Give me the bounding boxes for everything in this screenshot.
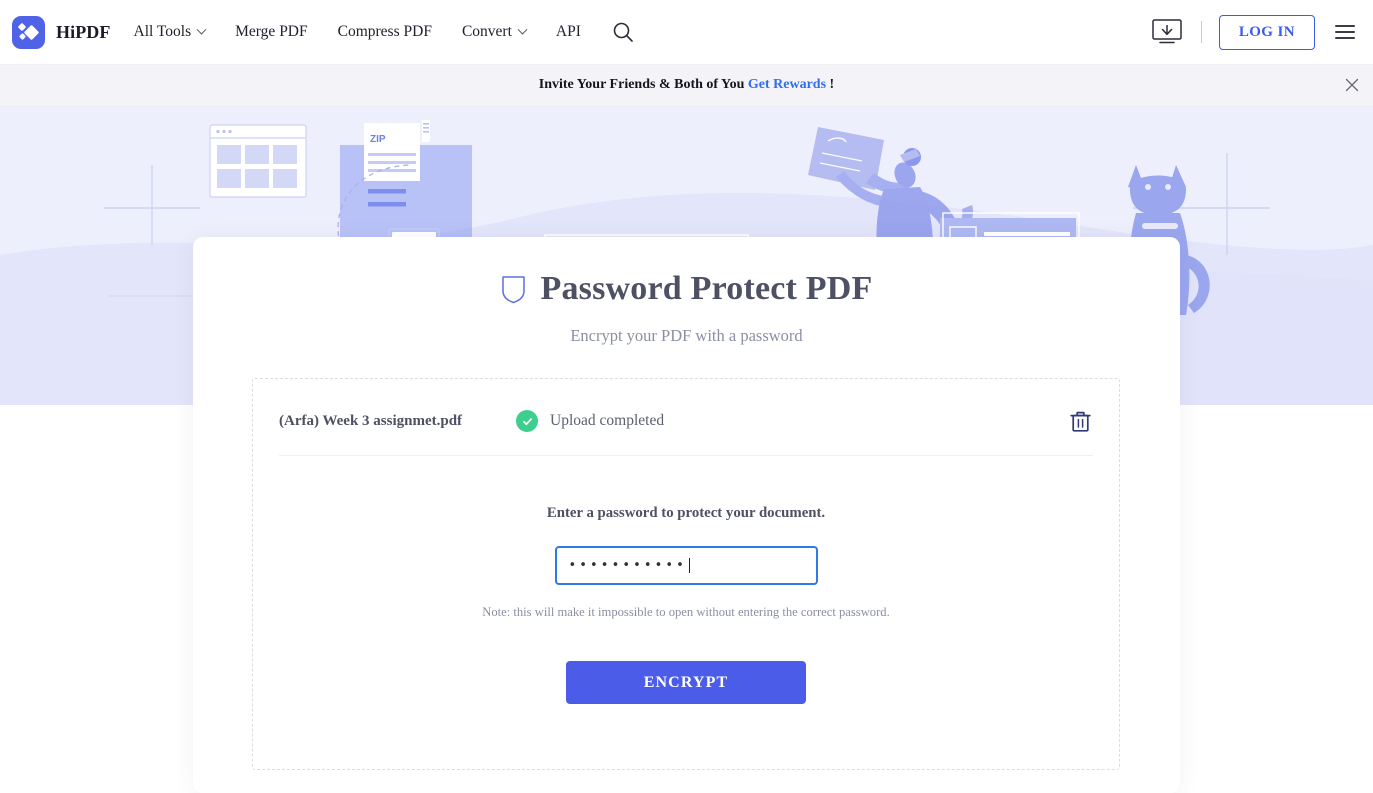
nav-item-merge-pdf[interactable]: Merge PDF bbox=[235, 23, 307, 41]
hamburger-menu-icon[interactable] bbox=[1335, 20, 1355, 43]
file-row-divider bbox=[279, 455, 1093, 456]
file-name: (Arfa) Week 3 assignmet.pdf bbox=[279, 412, 463, 429]
nav-item-all-tools[interactable]: All Tools bbox=[133, 23, 207, 41]
nav-label: Compress PDF bbox=[337, 23, 432, 40]
uploaded-file-row: (Arfa) Week 3 assignmet.pdf Upload compl… bbox=[279, 401, 1093, 441]
nav-item-api[interactable]: API bbox=[556, 23, 581, 41]
header-actions: LOG IN bbox=[1150, 14, 1355, 50]
hipdf-logo-icon bbox=[12, 15, 45, 49]
logo-link[interactable]: HiPDF bbox=[12, 15, 111, 49]
page-subtitle: Encrypt your PDF with a password bbox=[570, 326, 803, 345]
brand-name: HiPDF bbox=[56, 21, 111, 42]
chevron-down-icon bbox=[517, 24, 528, 35]
nav-label: API bbox=[555, 23, 581, 40]
promo-banner: Invite Your Friends & Both of You Get Re… bbox=[0, 65, 1373, 105]
promo-text-after: ! bbox=[829, 77, 835, 92]
desktop-download-icon[interactable] bbox=[1150, 18, 1184, 46]
text-cursor bbox=[688, 558, 691, 573]
password-value: ••••••••••• bbox=[568, 558, 687, 573]
upload-dropzone[interactable]: (Arfa) Week 3 assignmet.pdf Upload compl… bbox=[252, 378, 1120, 770]
check-circle-icon bbox=[516, 410, 539, 432]
nav-label: Convert bbox=[461, 23, 512, 40]
nav-label: All Tools bbox=[133, 23, 192, 40]
promo-banner-text: Invite Your Friends & Both of You Get Re… bbox=[539, 77, 834, 93]
card-header: Password Protect PDF bbox=[193, 270, 1180, 308]
get-rewards-link[interactable]: Get Rewards bbox=[748, 77, 826, 92]
upload-status-label: Upload completed bbox=[550, 412, 665, 429]
page-title: Password Protect PDF bbox=[540, 270, 873, 307]
page-root: HiPDF All Tools Merge PDF Compress PDF C… bbox=[0, 0, 1373, 793]
password-input-wrap: ••••••••••• bbox=[253, 546, 1119, 585]
password-note: Note: this will make it impossible to op… bbox=[482, 605, 890, 619]
main-nav: All Tools Merge PDF Compress PDF Convert… bbox=[134, 21, 634, 43]
password-label: Enter a password to protect your documen… bbox=[546, 505, 826, 521]
search-icon[interactable] bbox=[612, 21, 634, 43]
site-header: HiPDF All Tools Merge PDF Compress PDF C… bbox=[0, 0, 1373, 65]
nav-label: Merge PDF bbox=[235, 23, 308, 40]
login-button[interactable]: LOG IN bbox=[1218, 14, 1315, 50]
header-divider bbox=[1200, 21, 1202, 43]
shield-icon bbox=[501, 274, 526, 304]
password-input[interactable]: ••••••••••• bbox=[554, 546, 818, 585]
trash-icon[interactable] bbox=[1070, 410, 1093, 433]
close-icon[interactable] bbox=[1339, 72, 1365, 98]
chevron-down-icon bbox=[196, 24, 207, 35]
encrypt-button-wrap: ENCRYPT bbox=[253, 661, 1119, 704]
tool-card: Password Protect PDF Encrypt your PDF wi… bbox=[193, 237, 1180, 793]
encrypt-button[interactable]: ENCRYPT bbox=[566, 661, 806, 704]
nav-item-compress-pdf[interactable]: Compress PDF bbox=[338, 23, 432, 41]
nav-item-convert[interactable]: Convert bbox=[461, 23, 528, 41]
upload-status: Upload completed bbox=[516, 410, 664, 432]
svg-text:ZIP: ZIP bbox=[370, 134, 386, 145]
browser-window-grid bbox=[209, 124, 307, 198]
promo-text-before: Invite Your Friends & Both of You bbox=[538, 77, 745, 92]
